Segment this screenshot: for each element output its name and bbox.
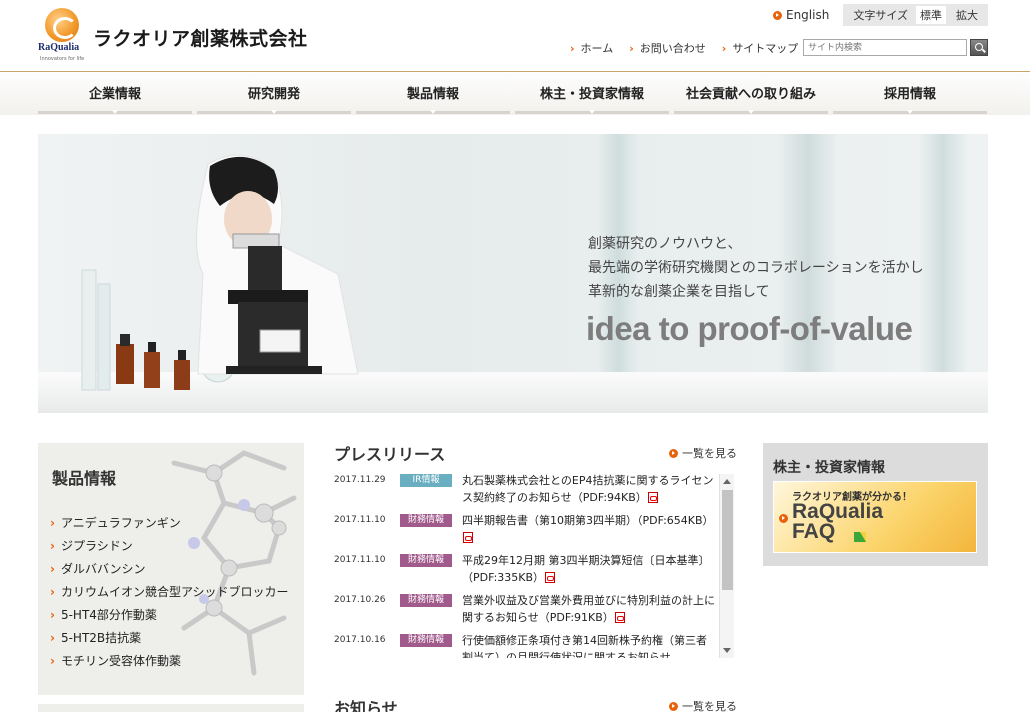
secondary-panel [38,704,304,712]
product-link[interactable]: 5-HT4部分作動薬 [50,603,288,626]
news-see-all-link[interactable]: 一覧を見る [669,698,737,712]
category-badge: 財務情報 [400,634,452,647]
hero-line-2: 最先端の学術研究機関とのコラボレーションを活かし [588,260,924,276]
press-row: 2017.10.26 財務情報 営業外収益及び営業外費用並びに特別利益の計上に関… [334,592,716,626]
faq-banner[interactable]: ラクオリア創薬が分かる！ RaQualia FAQ [773,481,977,553]
press-date: 2017.11.29 [334,475,386,485]
logo-mark [45,8,79,42]
scroll-thumb[interactable] [722,490,733,590]
logo-tagline: Innovators for life [40,56,85,62]
hero-lab-image [81,154,359,391]
hero-line-1: 創薬研究のノウハウと、 [588,236,742,252]
font-size-large-button[interactable]: 拡大 [952,6,982,24]
font-size-switcher: 文字サイズ 標準 拡大 [843,4,988,26]
nav-csr[interactable]: 社会貢献への取り組み [674,73,828,114]
beginner-mark-icon [854,532,866,542]
faq-banner-title: RaQualia FAQ [792,500,884,543]
press-link[interactable]: 丸石製薬株式会社とのEP4拮抗薬に関するライセンス契約終了のお知らせ（PDF:9… [462,472,716,506]
product-link[interactable]: カリウムイオン競合型アシッドブロッカー [50,580,289,603]
sub-navigation: ホーム お問い合わせ サイトマップ [570,40,814,56]
global-navigation: 企業情報 研究開発 製品情報 株主・投資家情報 社会貢献への取り組み 採用情報 [0,73,1030,115]
press-see-all-link[interactable]: 一覧を見る [669,445,737,461]
arrow-bullet-icon [779,514,788,523]
company-logo[interactable]: RaQualia Innovators for life [38,8,98,64]
font-size-standard-button[interactable]: 標準 [916,6,946,24]
press-row: 2017.11.10 財務情報 四半期報告書（第10期第3四半期）（PDF:65… [334,512,716,546]
press-date: 2017.11.10 [334,515,386,525]
pdf-icon [545,572,556,583]
press-date: 2017.11.10 [334,555,386,565]
press-date: 2017.10.26 [334,595,386,605]
hero-copy: 創薬研究のノウハウと、 最先端の学術研究機関とのコラボレーションを活かし 革新的… [588,232,924,304]
pdf-icon [463,532,473,543]
press-date: 2017.10.16 [334,635,386,645]
hero-banner: 創薬研究のノウハウと、 最先端の学術研究機関とのコラボレーションを活かし 革新的… [38,134,988,413]
products-panel: 製品情報 アニデュラファンギン ジプラシドン ダルババンシン カリウムイオン競合… [38,443,304,695]
product-link[interactable]: アニデュラファンギン [50,511,288,534]
search-input[interactable] [803,39,967,56]
english-label: English [785,8,830,22]
contact-link[interactable]: お問い合わせ [629,40,706,56]
arrow-bullet-icon [669,701,678,711]
press-link[interactable]: 行使価額修正条項付き第14回新株予約権（第三者割当て）の月間行使状況に関するお知… [462,632,716,658]
scroll-down-icon[interactable] [723,648,731,653]
press-link[interactable]: 平成29年12月期 第3四半期決算短信〔日本基準〕（PDF:335KB） [462,552,716,586]
category-badge: IR情報 [400,474,452,487]
investor-title: 株主・投資家情報 [773,460,885,476]
scroll-up-icon[interactable] [723,479,731,484]
home-link[interactable]: ホーム [570,40,614,56]
font-size-label: 文字サイズ [853,9,908,22]
sitemap-link[interactable]: サイトマップ [722,40,798,56]
press-row: 2017.10.16 財務情報 行使価額修正条項付き第14回新株予約権（第三者割… [334,632,716,658]
nav-company[interactable]: 企業情報 [38,73,192,114]
product-link[interactable]: モチリン受容体作動薬 [50,649,288,672]
category-badge: 財務情報 [400,594,452,607]
nav-investors[interactable]: 株主・投資家情報 [515,73,669,114]
english-link[interactable]: English [772,8,830,22]
category-badge: 財務情報 [400,554,452,567]
press-release-list: 2017.11.29 IR情報 丸石製薬株式会社とのEP4拮抗薬に関するライセン… [334,472,716,658]
product-link[interactable]: ダルババンシン [50,557,288,580]
nav-research[interactable]: 研究開発 [197,73,351,114]
site-header: RaQualia Innovators for life ラクオリア創薬株式会社… [0,0,1030,72]
press-scrollbar[interactable] [719,474,734,658]
product-link[interactable]: 5-HT2B拮抗薬 [50,626,288,649]
press-row: 2017.11.29 IR情報 丸石製薬株式会社とのEP4拮抗薬に関するライセン… [334,472,716,506]
pdf-icon [614,612,625,623]
investor-panel: 株主・投資家情報 ラクオリア創薬が分かる！ RaQualia FAQ [763,443,988,566]
logo-name: RaQualia [38,42,80,53]
press-link[interactable]: 四半期報告書（第10期第3四半期）（PDF:654KB） [462,512,716,546]
pdf-icon [647,492,658,503]
category-badge: 財務情報 [400,514,452,527]
press-link[interactable]: 営業外収益及び営業外費用並びに特別利益の計上に関するお知らせ（PDF:91KB） [462,592,716,626]
arrow-bullet-icon [669,448,678,458]
products-title: 製品情報 [52,469,117,488]
arrow-bullet-icon [772,10,782,20]
press-release-title: プレスリリース [334,445,446,464]
hero-line-3: 革新的な創薬企業を目指して [588,284,770,300]
press-row: 2017.11.10 財務情報 平成29年12月期 第3四半期決算短信〔日本基準… [334,552,716,586]
news-title: お知らせ [334,699,398,712]
company-name[interactable]: ラクオリア創薬株式会社 [93,24,308,51]
hero-slogan: idea to proof-of-value [586,310,913,347]
products-list: アニデュラファンギン ジプラシドン ダルババンシン カリウムイオン競合型アシッド… [50,511,289,672]
nav-recruit[interactable]: 採用情報 [833,73,987,114]
search-button[interactable] [970,39,988,56]
nav-products[interactable]: 製品情報 [356,73,510,114]
utility-bar: English 文字サイズ 標準 拡大 [772,4,988,26]
product-link[interactable]: ジプラシドン [50,534,288,557]
